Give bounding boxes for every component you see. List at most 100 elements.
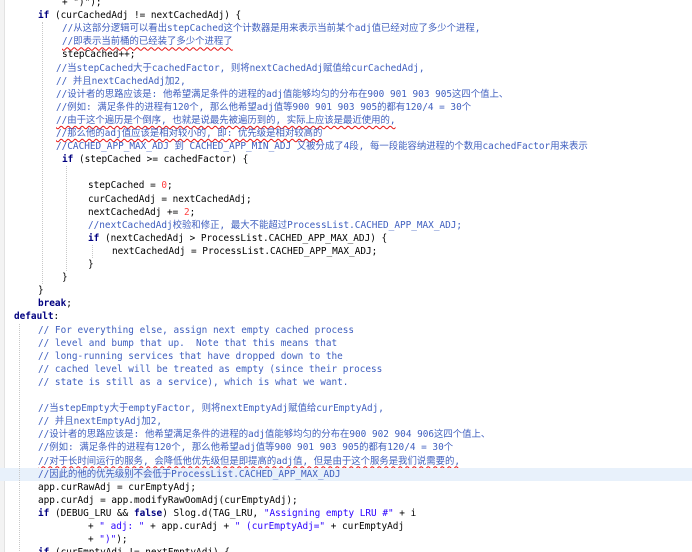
- code-line[interactable]: //nextCachedAdj校验和修正, 最大不能超过ProcessList.…: [0, 219, 462, 232]
- code-token: //当stepCached大于cachedFactor, 则将nextCache…: [56, 62, 425, 74]
- code-line[interactable]: // cached level will be treated as empty…: [0, 363, 382, 376]
- code-token: if: [38, 547, 49, 552]
- code-token: stepCached++;: [62, 49, 136, 61]
- code-line[interactable]: // 并且nextEmptyAdj加2,: [0, 415, 162, 428]
- code-line[interactable]: }: [0, 271, 68, 284]
- code-line[interactable]: //对于长时间运行的服务, 会降低他优先级但是即提高的adj值, 但是由于这个服…: [0, 455, 460, 468]
- code-token: //nextCachedAdj校验和修正, 最大不能超过ProcessList.…: [88, 219, 463, 231]
- code-token: nextCachedAdj = ProcessList.CACHED_APP_M…: [112, 245, 378, 257]
- code-token: //当stepEmpty大于emptyFactor, 则将nextEmptyAd…: [38, 403, 384, 415]
- code-token: // long-running services that have dropp…: [38, 350, 343, 362]
- code-token: (DEBUG_LRU &&: [49, 507, 134, 519]
- code-token: }: [88, 259, 94, 270]
- code-token: //从这部分逻辑可以看出stepCached这个计数器是用来表示当前某个adj值…: [62, 23, 481, 35]
- code-line[interactable]: //那么他的adj值应该是相对较小的, 即: 优先级是相对较高的: [0, 127, 322, 140]
- code-line[interactable]: + " adj: " + app.curAdj + " (curEmptyAdj…: [0, 520, 404, 533]
- code-line[interactable]: }: [0, 258, 94, 271]
- code-token: + ")");: [62, 0, 102, 8]
- code-token: +: [88, 534, 100, 546]
- code-line[interactable]: //设计者的思路应该是: 他希望满足条件的进程的adj值能够均匀的分布在900 …: [0, 88, 508, 101]
- indent-guide: [42, 22, 43, 285]
- code-token: }: [62, 272, 68, 284]
- code-token: if: [62, 154, 74, 166]
- code-token: + curEmptyAdj: [325, 521, 405, 532]
- code-line[interactable]: //因此的他的优先级别不会低于ProcessList.CACHED_APP_MA…: [0, 467, 692, 481]
- code-line[interactable]: nextCachedAdj = ProcessList.CACHED_APP_M…: [0, 245, 377, 258]
- code-token: break: [38, 298, 67, 310]
- code-token: // cached level will be treated as empty…: [38, 363, 383, 375]
- code-token: ;: [66, 298, 72, 310]
- code-line[interactable]: + ")");: [0, 0, 102, 9]
- code-line[interactable]: //当stepEmpty大于emptyFactor, 则将nextEmptyAd…: [0, 402, 384, 415]
- code-line[interactable]: // long-running services that have dropp…: [0, 350, 343, 363]
- code-token: curCachedAdj = nextCachedAdj;: [88, 193, 252, 205]
- code-line[interactable]: // 并且nextCachedAdj加2,: [0, 75, 186, 88]
- code-token: ;: [189, 206, 196, 218]
- code-token: + i: [393, 507, 417, 519]
- code-token: //即表示当前桶的已经装了多少个进程了: [62, 36, 233, 48]
- code-token: stepCached =: [88, 180, 162, 192]
- code-line[interactable]: if (stepCached >= cachedFactor) {: [0, 153, 248, 166]
- code-line[interactable]: // For everything else, assign next empt…: [0, 324, 354, 337]
- code-line[interactable]: app.curRawAdj = curEmptyAdj;: [0, 481, 196, 494]
- code-line[interactable]: //例如: 满足条件的进程有120个, 那么他希望adj值等900 901 90…: [0, 441, 453, 454]
- code-line[interactable]: if (nextCachedAdj > ProcessList.CACHED_A…: [0, 232, 387, 245]
- code-token: //例如: 满足条件的进程有120个, 那么他希望adj值等900 901 90…: [56, 101, 472, 113]
- code-token: if: [38, 507, 50, 519]
- code-token: // state is still as a service), which i…: [38, 376, 349, 388]
- code-editor[interactable]: + ")"); if (curCachedAdj != nextCachedAdj…: [0, 0, 692, 552]
- code-line[interactable]: //设计者的思路应该是: 他希望满足条件的进程的adj值能够均匀的分布在900 …: [0, 428, 490, 441]
- code-token: (nextCachedAdj > ProcessList.CACHED_APP_…: [99, 232, 388, 244]
- code-token: nextCachedAdj +=: [88, 206, 184, 218]
- code-token: //因此的他的优先级别不会低于ProcessList.CACHED_APP_MA…: [38, 468, 341, 480]
- code-line[interactable]: // state is still as a service), which i…: [0, 376, 348, 389]
- code-token: // 并且nextCachedAdj加2,: [56, 75, 186, 87]
- code-token: (curCachedAdj != nextCachedAdj) {: [49, 10, 242, 22]
- indent-guide: [19, 323, 20, 552]
- code-line[interactable]: stepCached++;: [0, 48, 135, 61]
- code-line[interactable]: //例如: 满足条件的进程有120个, 那么他希望adj值等900 901 90…: [0, 101, 471, 114]
- code-token: +: [88, 521, 100, 532]
- code-line[interactable]: nextCachedAdj += 2;: [0, 206, 195, 219]
- code-token: // level and bump that up. Note that thi…: [38, 337, 338, 349]
- code-line[interactable]: //由于这个遍历是个倒序, 也就是说最先被遍历到的, 实际上应该是最近使用的,: [0, 114, 396, 127]
- code-token: if: [88, 232, 100, 244]
- code-line[interactable]: //CACHED_APP_MAX_ADJ 到 CACHED_APP_MIN_AD…: [0, 140, 588, 153]
- code-token: :: [53, 311, 60, 323]
- code-token: // For everything else, assign next empt…: [38, 324, 355, 336]
- code-token: app.curRawAdj = curEmptyAdj;: [38, 481, 197, 493]
- code-line[interactable]: //从这部分逻辑可以看出stepCached这个计数器是用来表示当前某个adj值…: [0, 22, 480, 35]
- code-token: app.curAdj = app.modifyRawOomAdj(curEmpt…: [38, 494, 298, 506]
- code-token: if: [38, 10, 50, 22]
- code-token: default: [14, 311, 54, 323]
- code-token: //对于长时间运行的服务, 会降低他优先级但是即提高的adj值, 但是由于这个服…: [38, 455, 461, 467]
- code-line[interactable]: // level and bump that up. Note that thi…: [0, 337, 337, 350]
- code-line[interactable]: curCachedAdj = nextCachedAdj;: [0, 193, 252, 206]
- code-token: false: [133, 507, 163, 519]
- code-token: " (curEmptyAdj=": [234, 521, 326, 532]
- code-token: //设计者的思路应该是: 他希望满足条件的进程的adj值能够均匀的分布在900 …: [38, 429, 491, 441]
- code-token: ;: [167, 180, 173, 192]
- code-token: ) Slog.d(TAG_LRU,: [162, 507, 264, 519]
- indent-guide: [92, 244, 93, 258]
- code-token: //那么他的adj值应该是相对较小的, 即: 优先级是相对较高的: [56, 128, 323, 139]
- code-line[interactable]: if (curCachedAdj != nextCachedAdj) {: [0, 9, 241, 22]
- code-line[interactable]: if (DEBUG_LRU && false) Slog.d(TAG_LRU, …: [0, 507, 416, 520]
- code-line[interactable]: if (curEmptyAdj != nextEmptyAdj) {: [0, 546, 230, 552]
- code-token: // 并且nextEmptyAdj加2,: [38, 416, 163, 428]
- code-token: //例如: 满足条件的进程有120个, 那么他希望adj值等900 901 90…: [38, 442, 454, 454]
- code-token: ")": [99, 534, 117, 546]
- code-token: );: [116, 534, 128, 546]
- code-token: //CACHED_APP_MAX_ADJ 到 CACHED_APP_MIN_AD…: [56, 141, 588, 153]
- code-line[interactable]: //即表示当前桶的已经装了多少个进程了: [0, 35, 233, 48]
- code-token: + app.curAdj +: [144, 521, 235, 532]
- code-line[interactable]: }: [0, 284, 44, 297]
- code-line[interactable]: app.curAdj = app.modifyRawOomAdj(curEmpt…: [0, 494, 298, 507]
- code-line[interactable]: default:: [0, 310, 59, 323]
- code-token: " adj: ": [99, 521, 145, 532]
- code-line[interactable]: break;: [0, 297, 72, 310]
- code-line[interactable]: stepCached = 0;: [0, 179, 173, 192]
- code-token: (stepCached >= cachedFactor) {: [73, 154, 249, 166]
- code-line[interactable]: //当stepCached大于cachedFactor, 则将nextCache…: [0, 62, 425, 75]
- indent-guide: [66, 166, 67, 272]
